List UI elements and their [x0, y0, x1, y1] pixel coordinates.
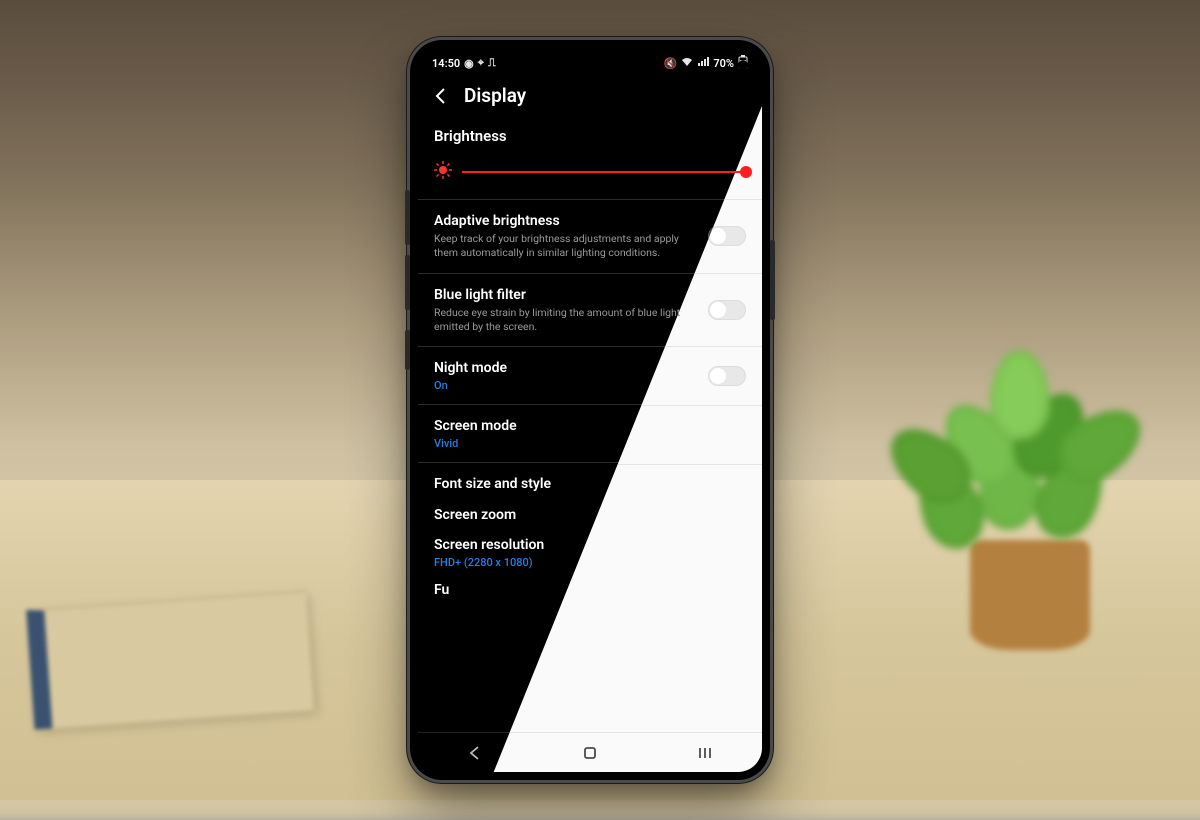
section-brightness: Brightness — [434, 121, 746, 155]
blue-light-toggle[interactable] — [708, 300, 746, 320]
location-icon: ⌖ — [478, 56, 484, 70]
status-bar: 14:50 ◉ ⌖ ⎍ 🔇 70% — [418, 48, 762, 74]
notebook-prop — [26, 590, 314, 729]
page-title: Display — [464, 84, 526, 107]
brightness-slider[interactable] — [462, 171, 746, 173]
wifi-icon — [681, 57, 693, 70]
status-time: 14:50 — [432, 57, 460, 70]
battery-text: 70% — [713, 57, 734, 70]
back-button[interactable] — [432, 87, 450, 105]
adaptive-brightness-sub: Keep track of your brightness adjustment… — [434, 230, 698, 260]
signal-icon — [697, 57, 709, 70]
brightness-icon — [434, 161, 452, 183]
bluetooth-icon: ⎍ — [488, 56, 496, 70]
setting-adaptive-brightness[interactable]: Adaptive brightness Keep track of your b… — [434, 202, 746, 271]
adaptive-brightness-toggle[interactable] — [708, 226, 746, 246]
plant-prop — [910, 350, 1150, 650]
nav-recents-button[interactable] — [675, 745, 735, 761]
blue-light-sub: Reduce eye strain by limiting the amount… — [434, 304, 698, 334]
nav-home-button[interactable] — [560, 745, 620, 761]
notification-icon: ◉ — [464, 57, 474, 70]
mute-icon: 🔇 — [664, 57, 678, 70]
blue-light-label: Blue light filter — [434, 286, 698, 304]
nav-back-button[interactable] — [445, 745, 505, 761]
adaptive-brightness-label: Adaptive brightness — [434, 212, 698, 230]
front-camera-hole — [738, 60, 748, 70]
phone-frame: 14:50 ◉ ⌖ ⎍ 🔇 70% — [410, 40, 770, 780]
night-mode-toggle[interactable] — [708, 366, 746, 386]
